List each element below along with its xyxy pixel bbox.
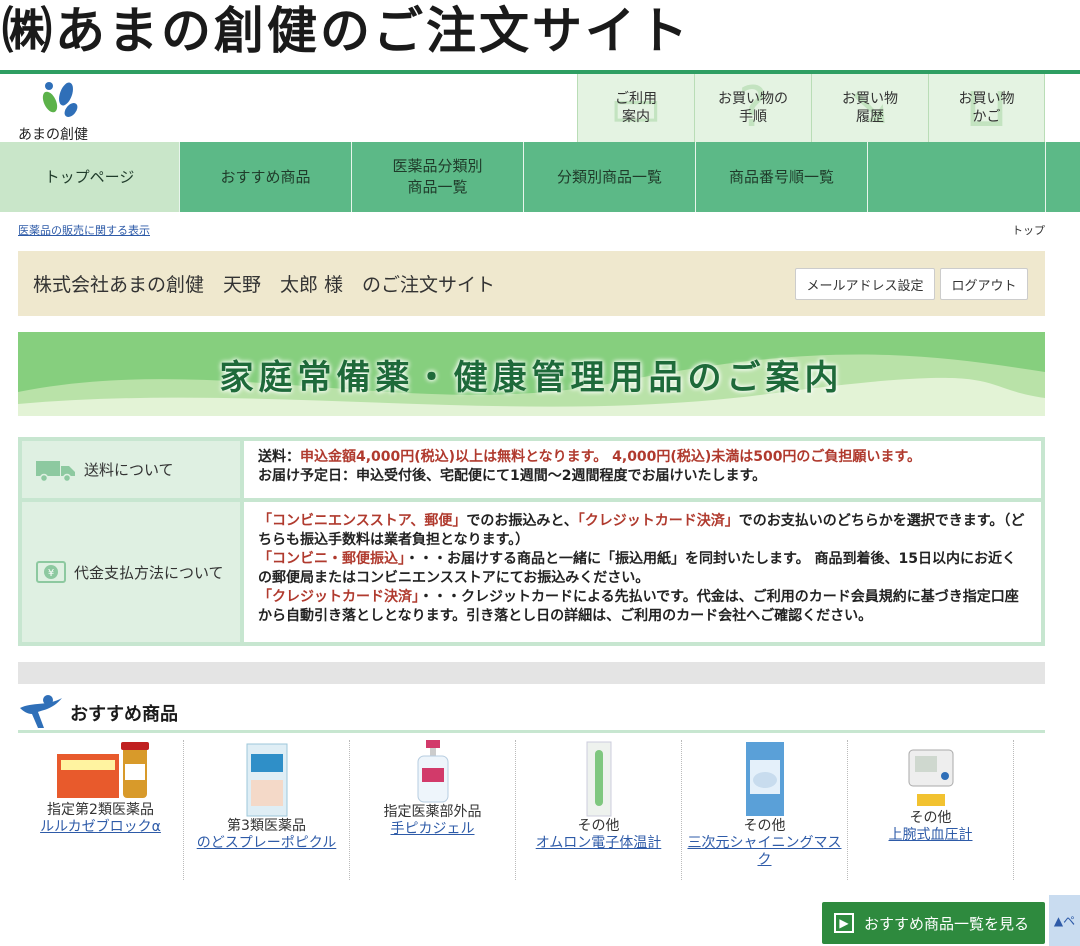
payment-body: 「コンビニエンスストア、郵便」でのお振込みと、「クレジットカード決済」でのお支払…: [244, 502, 1041, 642]
yen-icon: ¥: [36, 561, 66, 583]
payment-label-cell: ¥ 代金支払方法について: [22, 502, 240, 642]
arrow-right-icon: ▶: [834, 913, 854, 933]
payment-label: 代金支払方法について: [74, 563, 224, 582]
payment-text-1: でのお振込みと、: [466, 513, 578, 529]
util-guide[interactable]: ▭ ご利用 案内: [577, 74, 694, 142]
divider-bar: [18, 662, 1045, 684]
utility-nav: ▭ ご利用 案内 ? お買い物の 手順 ➘ お買い物 履歴 ⊔ お買い物 かご: [577, 74, 1045, 142]
breadcrumb-row: 医薬品の販売に関する表示 トップ: [18, 222, 1045, 240]
view-all-recommended-button[interactable]: ▶ おすすめ商品一覧を見る: [822, 902, 1045, 944]
drug-sales-notice-link[interactable]: 医薬品の販売に関する表示: [18, 222, 150, 238]
product-name-link[interactable]: ルルカゼブロックα: [18, 819, 183, 836]
breadcrumb: トップ: [1012, 224, 1045, 237]
product-card[interactable]: 指定医薬部外品 手ピカジェル: [350, 740, 516, 880]
util-cart[interactable]: ⊔ お買い物 かご: [928, 74, 1045, 142]
welcome-panel: 株式会社あまの創健 天野 太郎 様 のご注文サイト メールアドレス設定 ログアウ…: [18, 251, 1045, 316]
payment-convenience-heading: 「コンビニ・郵便振込」: [258, 551, 405, 567]
product-card[interactable]: その他 オムロン電子体温計: [516, 740, 682, 880]
product-name-link[interactable]: オムロン電子体温計: [516, 835, 681, 852]
blood-pressure-monitor-icon: [908, 749, 953, 806]
product-card[interactable]: 指定第2類医薬品 ルルカゼブロックα: [18, 740, 184, 880]
shipping-fee-text: 申込金額4,000円(税込)以上は無料となります。 4,000円(税込)未満は5…: [300, 449, 922, 465]
shipping-row: 送料について 送料：申込金額4,000円(税込)以上は無料となります。 4,00…: [22, 441, 1041, 498]
banner-title: 家庭常備薬・健康管理用品のご案内: [219, 357, 844, 398]
recommend-header: おすすめ商品: [18, 692, 1045, 732]
shipping-label: 送料について: [84, 461, 174, 479]
product-card[interactable]: その他 三次元シャイニングマスク: [682, 740, 848, 880]
product-card[interactable]: その他 上腕式血圧計: [848, 740, 1014, 880]
product-category: 第3類医薬品: [227, 818, 306, 834]
nav-empty: [868, 142, 1046, 212]
payment-credit-heading: 「クレジットカード決済」: [258, 589, 419, 605]
product-category: 指定第2類医薬品: [47, 802, 154, 818]
product-category: その他: [577, 818, 620, 834]
shipping-label-cell: 送料について: [22, 441, 240, 498]
nav-by-category[interactable]: 分類別商品一覧: [524, 142, 696, 212]
main-nav: トップページ おすすめ商品 医薬品分類別 商品一覧 分類別商品一覧 商品番号順一…: [0, 142, 1080, 212]
info-box: 送料について 送料：申込金額4,000円(税込)以上は無料となります。 4,00…: [18, 437, 1045, 646]
nav-recommended[interactable]: おすすめ商品: [180, 142, 352, 212]
product-category: その他: [743, 818, 786, 834]
logo-mark-icon: [42, 82, 78, 117]
util-guide-label: ご利用 案内: [615, 91, 657, 125]
spray-box-icon: [246, 743, 287, 817]
shipping-body: 送料：申込金額4,000円(税込)以上は無料となります。 4,000円(税込)未…: [244, 441, 1041, 498]
thermometer-icon: [586, 741, 611, 817]
view-all-label: おすすめ商品一覧を見る: [864, 914, 1030, 933]
welcome-text: 株式会社あまの創健 天野 太郎 様 のご注文サイト: [33, 274, 496, 296]
banner: 家庭常備薬・健康管理用品のご案内: [18, 332, 1045, 416]
running-figure-icon: [20, 695, 62, 728]
util-steps[interactable]: ? お買い物の 手順: [694, 74, 811, 142]
product-name-link[interactable]: のどスプレーポピクル: [184, 835, 349, 852]
svg-text:¥: ¥: [48, 568, 54, 579]
payment-method-credit: 「クレジットカード決済」: [577, 513, 739, 529]
util-steps-label: お買い物の 手順: [718, 91, 788, 125]
payment-method-convenience: 「コンビニエンスストア、郵便」: [258, 513, 467, 529]
header: あまの創健 ▭ ご利用 案内 ? お買い物の 手順 ➘ お買い物 履歴 ⊔ お買…: [0, 74, 1080, 143]
delivery-text: お届け予定日：申込受付後、宅配便にて1週間～2週間程度でお届けいたします。: [258, 468, 767, 484]
gel-bottle-icon: [417, 740, 448, 803]
recommend-title: おすすめ商品: [70, 704, 178, 725]
recommend-rule: [18, 730, 1045, 733]
logo-text: あまの創健: [18, 127, 88, 143]
product-name-link[interactable]: 三次元シャイニングマスク: [682, 835, 847, 869]
shipping-prefix: 送料：: [258, 449, 300, 465]
mask-pack-icon: [745, 742, 784, 816]
logout-button[interactable]: ログアウト: [940, 268, 1028, 300]
nav-by-drug-class[interactable]: 医薬品分類別 商品一覧: [352, 142, 524, 212]
product-card[interactable]: 第3類医薬品 のどスプレーポピクル: [184, 740, 350, 880]
product-name-link[interactable]: 手ピカジェル: [350, 821, 515, 838]
product-list: 指定第2類医薬品 ルルカゼブロックα 第3類医薬品 のどスプレーポピクル 指定医…: [18, 740, 1045, 880]
page-top-button[interactable]: ▲ペ: [1049, 895, 1080, 946]
nav-by-number[interactable]: 商品番号順一覧: [696, 142, 868, 212]
product-category: その他: [909, 810, 952, 826]
util-history-label: お買い物 履歴: [842, 91, 898, 125]
util-cart-label: お買い物 かご: [958, 91, 1015, 125]
product-category: 指定医薬部外品: [383, 804, 482, 820]
util-history[interactable]: ➘ お買い物 履歴: [811, 74, 928, 142]
medicine-box-icon: [56, 742, 149, 798]
page-title: ㈱あまの創健のご注文サイト: [2, 2, 691, 60]
product-name-link[interactable]: 上腕式血圧計: [848, 827, 1013, 844]
email-settings-button[interactable]: メールアドレス設定: [795, 268, 935, 300]
logo[interactable]: あまの創健: [18, 80, 138, 143]
truck-icon: [36, 460, 75, 482]
payment-row: ¥ 代金支払方法について 「コンビニエンスストア、郵便」でのお振込みと、「クレジ…: [22, 502, 1041, 642]
nav-top[interactable]: トップページ: [0, 142, 180, 212]
